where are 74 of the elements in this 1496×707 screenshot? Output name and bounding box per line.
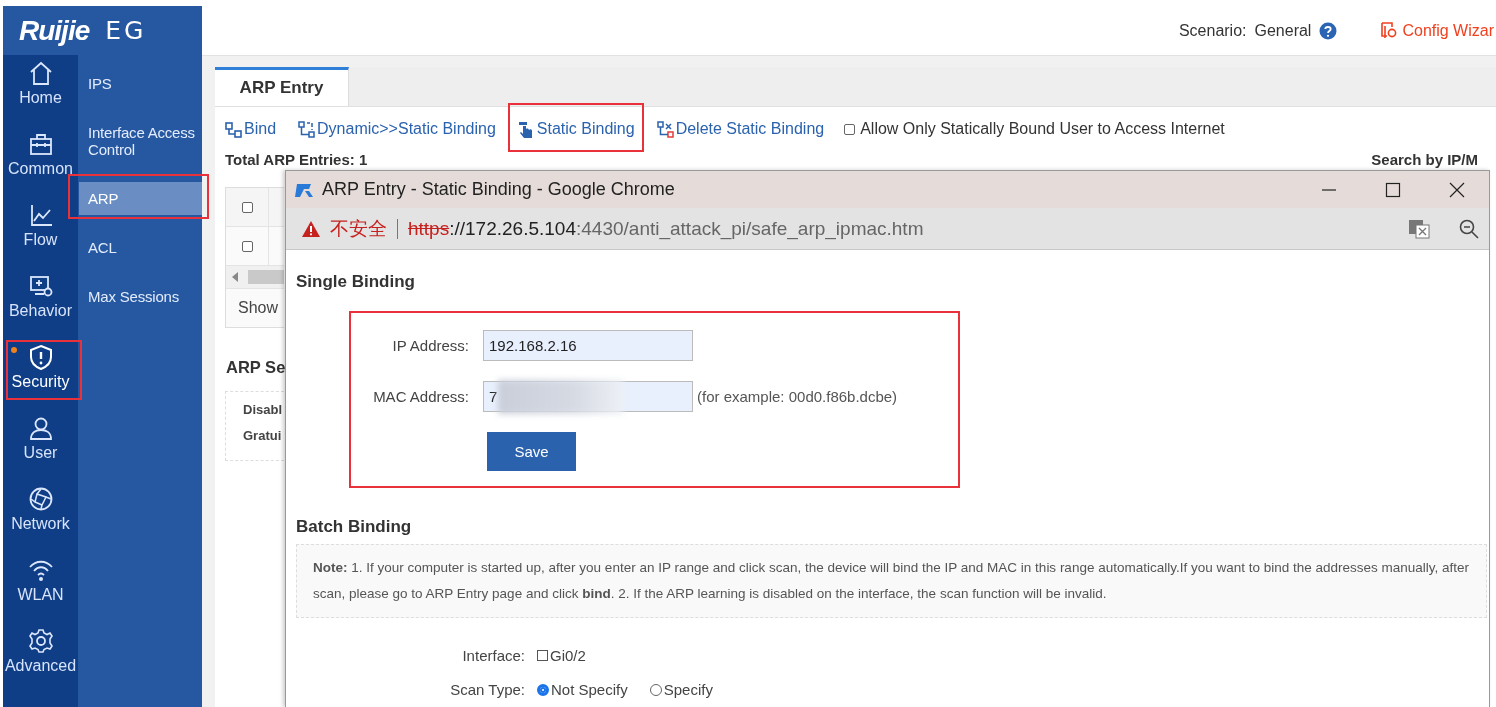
monitor-icon bbox=[27, 273, 54, 299]
section-title: Batch Binding bbox=[296, 517, 413, 537]
pager-text: Show bbox=[237, 298, 280, 318]
input-field[interactable]: 192.168.2.16 bbox=[483, 330, 693, 361]
submenu-item[interactable]: ACL bbox=[79, 231, 202, 264]
tab[interactable]: ARP Entry bbox=[215, 67, 349, 106]
save-button[interactable]: Save bbox=[487, 432, 576, 471]
field-label: Interface: bbox=[461, 647, 525, 664]
rail-item[interactable]: Home bbox=[3, 55, 78, 126]
brand-logo: Ruijie bbox=[19, 14, 90, 47]
section-title: Single Binding bbox=[296, 272, 416, 292]
field-label: MAC Address: bbox=[372, 388, 469, 405]
toolbar-link[interactable]: Static Binding bbox=[517, 120, 635, 138]
submenu-item[interactable]: Max Sessions bbox=[79, 280, 202, 313]
toolbar-link[interactable]: Dynamic>>Static Binding bbox=[298, 120, 496, 138]
setting-label: Gratui bbox=[243, 428, 283, 443]
security-warning: 不安全 bbox=[330, 216, 387, 241]
maximize-icon bbox=[1385, 181, 1401, 198]
checkbox-label: Gi0/2 bbox=[550, 647, 586, 664]
submenu-item[interactable]: IPS bbox=[79, 67, 202, 100]
rail-item[interactable]: Network bbox=[3, 481, 78, 552]
close-icon bbox=[1449, 181, 1465, 198]
wizard-icon bbox=[1381, 22, 1398, 39]
radio-label: Specify bbox=[663, 681, 713, 698]
field-hint: (for example: 00d0.f86b.dcbe) bbox=[697, 388, 898, 405]
checkbox-option[interactable]: Gi0/2 bbox=[537, 647, 586, 664]
rail-item[interactable]: Behavior bbox=[3, 268, 78, 339]
field-label: Scan Type: bbox=[449, 681, 525, 698]
toolbar-link[interactable]: Bind bbox=[225, 120, 277, 138]
product-name: EG bbox=[105, 16, 147, 45]
link-nodes-icon bbox=[225, 120, 242, 138]
user-icon bbox=[27, 415, 54, 441]
radio-label: Not Specify bbox=[551, 681, 628, 698]
scroll-left-icon bbox=[232, 272, 238, 282]
gear-icon bbox=[27, 628, 54, 654]
translate-icon bbox=[1408, 218, 1430, 239]
input-field[interactable]: 7 bbox=[483, 381, 693, 412]
checkbox[interactable] bbox=[241, 240, 253, 252]
shield-icon bbox=[27, 344, 54, 370]
url-text: https://172.26.5.104:4430/anti_attack_pi/safe_arp_ipmac.htm bbox=[408, 217, 925, 240]
briefcase-icon bbox=[27, 131, 54, 157]
link-nodes-icon bbox=[298, 120, 316, 138]
radio-button[interactable] bbox=[537, 683, 549, 696]
hand-pointer-icon bbox=[517, 120, 535, 138]
rail-item[interactable]: WLAN bbox=[3, 552, 78, 623]
rail-item[interactable]: User bbox=[3, 410, 78, 481]
submenu-item[interactable]: Interface Access Control bbox=[79, 116, 202, 166]
checkbox[interactable] bbox=[537, 650, 548, 661]
checkbox[interactable] bbox=[844, 123, 856, 135]
section-title: ARP Se bbox=[226, 358, 284, 377]
minimize-icon bbox=[1321, 188, 1337, 191]
window-title: ARP Entry - Static Binding - Google Chrome bbox=[322, 179, 676, 200]
rail-item[interactable]: Security bbox=[3, 339, 78, 410]
scenario-label: Scenario: bbox=[1178, 21, 1247, 40]
zoom-out-icon bbox=[1459, 218, 1479, 239]
app-logo-icon bbox=[294, 181, 314, 198]
rail-item[interactable]: Flow bbox=[3, 197, 78, 268]
toolbar-link[interactable]: Delete Static Binding bbox=[656, 120, 825, 138]
rail-item[interactable]: Advanced bbox=[3, 623, 78, 694]
field-label: IP Address: bbox=[391, 337, 469, 354]
checkbox[interactable] bbox=[241, 201, 253, 213]
link-nodes-icon bbox=[656, 120, 674, 138]
search-label: Search by IP/M bbox=[1371, 151, 1478, 168]
radio-button[interactable] bbox=[649, 683, 662, 696]
scenario-value: General bbox=[1254, 21, 1312, 40]
config-wizard-link[interactable]: Config Wizar bbox=[1381, 21, 1494, 40]
warning-icon bbox=[302, 220, 320, 237]
total-entries-text: Total ARP Entries: 1 bbox=[225, 151, 368, 168]
help-icon bbox=[1319, 21, 1338, 40]
rail-item[interactable]: Common bbox=[3, 126, 78, 197]
globe-icon bbox=[27, 486, 54, 512]
checkbox-label: Allow Only Statically Bound User to Access Internet bbox=[860, 120, 1225, 138]
note-text: Note: 1. If your computer is started up, after you enter an IP range and click scan, the device will bind the IP and MAC in this range automatically.If you want to bind the addresses manually, after scan, please go to ARP Entry page and click bind. 2. If the ARP learning is disabled on the interface, the scan function will be invalid. bbox=[296, 544, 1487, 618]
setting-label: Disabl bbox=[243, 402, 283, 417]
